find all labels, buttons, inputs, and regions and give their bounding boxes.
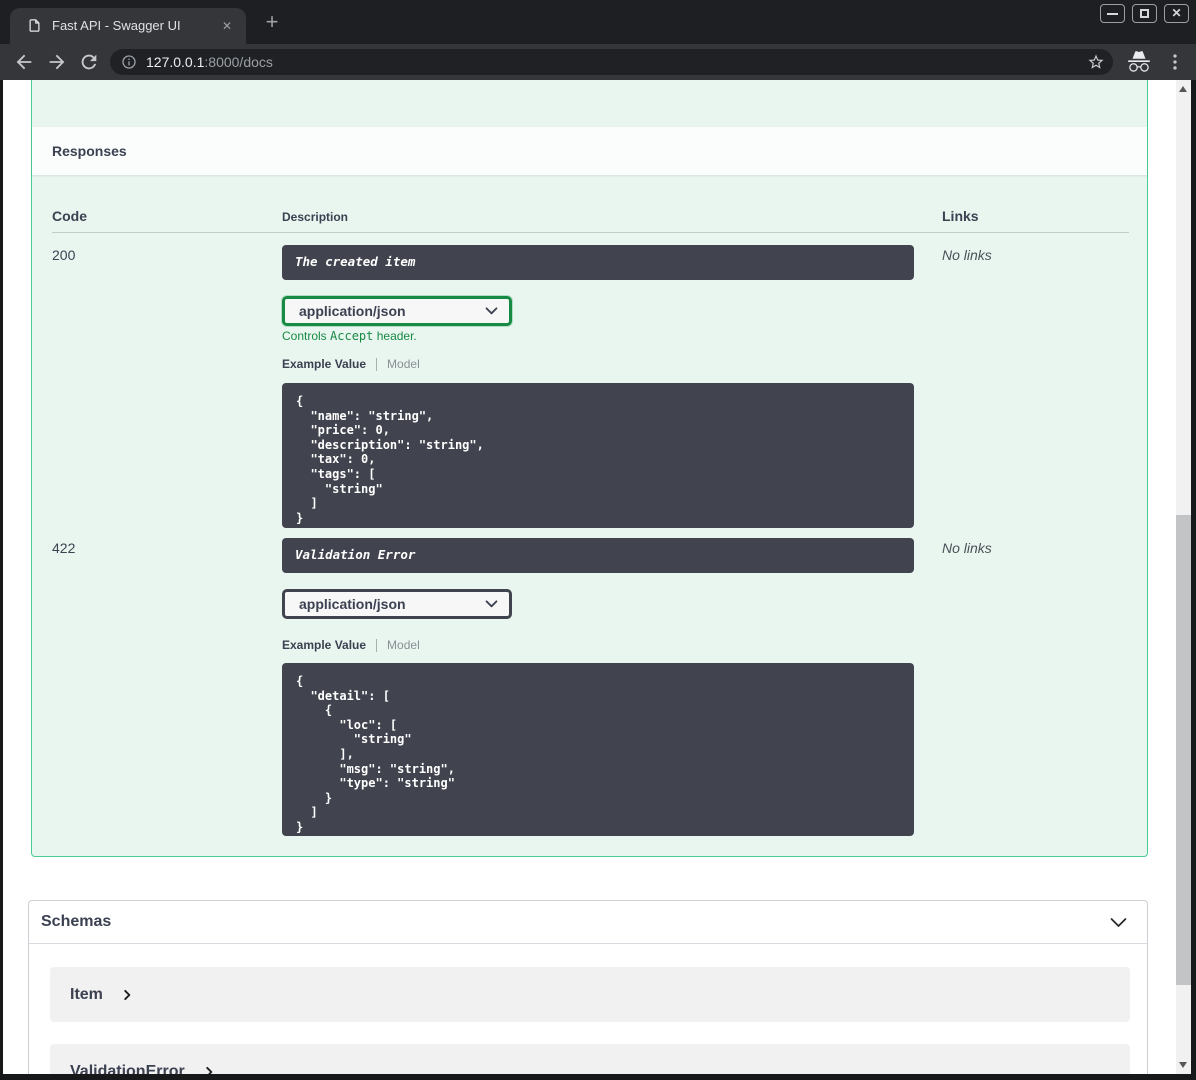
chevron-down-icon [483, 595, 500, 612]
minimize-button[interactable] [1100, 4, 1125, 23]
scroll-up-icon[interactable] [1179, 86, 1187, 92]
model-name: Item [70, 985, 103, 1003]
example-model-tabs: Example Value Model [282, 356, 420, 372]
browser-window: Fast API - Swagger UI ✕ + ✕ 127.0.0.1:80… [0, 0, 1196, 1080]
maximize-icon [1140, 9, 1149, 18]
page-scrollbar[interactable] [1176, 80, 1191, 1074]
table-header-divider [52, 232, 1129, 233]
example-model-tabs: Example Value Model [282, 637, 420, 653]
tab-model[interactable]: Model [387, 357, 420, 371]
response-code: 200 [52, 247, 76, 263]
response-code: 422 [52, 540, 76, 556]
chevron-right-icon [202, 1065, 216, 1074]
tab-strip: Fast API - Swagger UI ✕ + ✕ [0, 0, 1196, 44]
tab-example-value[interactable]: Example Value [282, 638, 366, 652]
document-icon [27, 18, 42, 33]
tab-separator [376, 638, 378, 652]
model-label: Item [50, 967, 1130, 1022]
chevron-right-icon [120, 988, 134, 1002]
url-host: 127.0.0.1 [146, 54, 205, 70]
schemas-title: Schemas [41, 913, 112, 930]
media-type-value: application/json [299, 303, 406, 319]
media-type-value: application/json [299, 596, 406, 612]
scroll-down-icon[interactable] [1179, 1062, 1187, 1068]
responses-title: Responses [52, 143, 127, 159]
scrollbar-thumb[interactable] [1176, 515, 1191, 985]
maximize-button[interactable] [1132, 4, 1157, 23]
accept-note-prefix: Controls [282, 329, 331, 343]
minimize-icon [1107, 13, 1118, 15]
accept-note-code: Accept [330, 329, 374, 343]
post-operation-block: Responses Code Description Links 200 The… [31, 80, 1148, 857]
response-description: The created item [282, 245, 914, 280]
browser-tab[interactable]: Fast API - Swagger UI ✕ [10, 8, 246, 44]
url-text: 127.0.0.1:8000/docs [146, 49, 273, 75]
tab-close-icon[interactable]: ✕ [218, 17, 236, 35]
response-links: No links [942, 247, 992, 263]
tab-separator [376, 357, 378, 371]
example-json-block: { "detail": [ { "loc": [ "string" ], "ms… [282, 663, 914, 836]
tab-title: Fast API - Swagger UI [52, 18, 181, 33]
tab-model[interactable]: Model [387, 638, 420, 652]
schemas-header[interactable]: Schemas [29, 901, 1147, 944]
forward-icon[interactable] [46, 51, 68, 73]
incognito-icon [1126, 49, 1152, 75]
bookmark-star-icon[interactable] [1087, 53, 1105, 71]
window-controls: ✕ [1100, 4, 1189, 23]
response-links: No links [942, 540, 992, 556]
column-header-links: Links [942, 208, 979, 224]
chevron-down-icon [483, 302, 500, 319]
response-description: Validation Error [282, 538, 914, 573]
reload-icon[interactable] [78, 51, 100, 73]
browser-menu-icon[interactable] [1164, 51, 1186, 73]
accept-header-note: Controls Accept header. [282, 329, 417, 343]
media-type-select[interactable]: application/json [282, 296, 512, 326]
accept-note-suffix: header. [373, 329, 417, 343]
column-header-description: Description [282, 210, 349, 224]
browser-toolbar: 127.0.0.1:8000/docs [0, 44, 1196, 80]
model-label: ValidationError [50, 1044, 1130, 1074]
back-icon[interactable] [13, 51, 35, 73]
responses-section-header: Responses [32, 127, 1147, 175]
media-type-select[interactable]: application/json [282, 589, 512, 619]
close-icon: ✕ [1171, 6, 1182, 20]
example-json-block: { "name": "string", "price": 0, "descrip… [282, 383, 914, 528]
swagger-page: Responses Code Description Links 200 The… [3, 80, 1176, 1074]
tab-example-value[interactable]: Example Value [282, 357, 366, 371]
schema-model-validationerror[interactable]: ValidationError [50, 1044, 1130, 1074]
model-name: ValidationError [70, 1062, 185, 1075]
close-button[interactable]: ✕ [1164, 4, 1189, 23]
schemas-section: Schemas Item ValidationError [28, 900, 1148, 1074]
schema-model-item[interactable]: Item [50, 967, 1130, 1022]
url-path: :8000/docs [204, 54, 273, 70]
address-bar[interactable]: 127.0.0.1:8000/docs [110, 49, 1113, 75]
chevron-down-icon[interactable] [1108, 912, 1129, 933]
site-info-icon[interactable] [121, 54, 137, 70]
column-header-code: Code [52, 208, 87, 224]
new-tab-button[interactable]: + [260, 11, 284, 35]
